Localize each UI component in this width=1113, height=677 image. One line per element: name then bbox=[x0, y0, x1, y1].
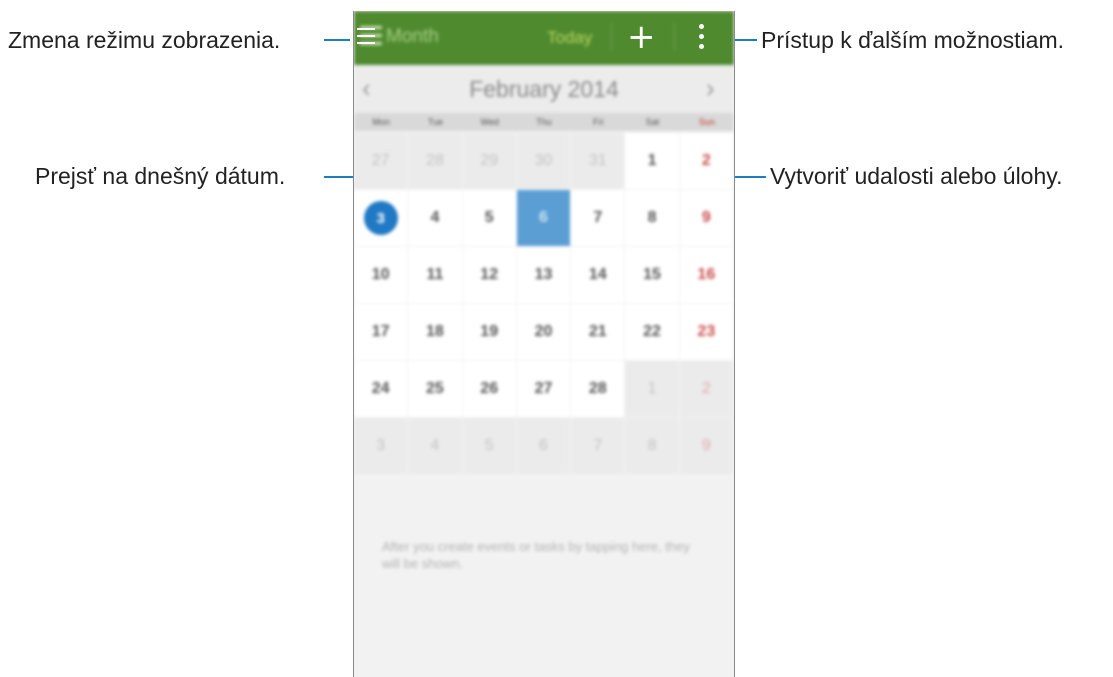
day-cell[interactable]: 7 bbox=[571, 190, 625, 246]
today-button[interactable]: Today bbox=[547, 28, 592, 48]
day-cell[interactable]: 27 bbox=[516, 361, 571, 417]
day-cell[interactable]: 11 bbox=[408, 247, 462, 303]
weekday-label: Tue bbox=[427, 117, 444, 127]
day-cell[interactable]: 25 bbox=[408, 361, 462, 417]
day-cell[interactable]: 28 bbox=[571, 361, 625, 417]
month-grid: 27 28 29 30 31 1 2 3 4 5 6 7 8 9 10 11 12 13 14 15 16 17 18 19 2… bbox=[354, 133, 734, 475]
day-cell[interactable]: 20 bbox=[516, 304, 571, 360]
today-indicator: 3 bbox=[363, 201, 398, 235]
day-cell[interactable]: 30 bbox=[516, 133, 571, 189]
day-cell[interactable]: 28 bbox=[408, 133, 462, 189]
day-cell[interactable]: 8 bbox=[625, 190, 679, 246]
weekday-header: Mon Tue Wed Thu Fri Sat Sun bbox=[354, 113, 734, 131]
week-row: 17 18 19 20 21 22 23 bbox=[354, 304, 734, 361]
leader-view-mode bbox=[324, 39, 350, 41]
add-event-button[interactable]: + bbox=[627, 20, 656, 54]
day-cell[interactable]: 9 bbox=[679, 190, 733, 246]
day-cell[interactable]: 5 bbox=[462, 190, 516, 246]
weekday-label: Sat bbox=[645, 117, 660, 127]
action-bar: Month Today bbox=[354, 11, 734, 65]
hamburger-menu-icon-sharp[interactable] bbox=[357, 28, 375, 46]
weekday-label: Mon bbox=[372, 117, 390, 127]
month-label: February 2014 bbox=[469, 76, 619, 102]
day-cell[interactable]: 22 bbox=[625, 304, 679, 360]
callout-view-mode: Zmena režimu zobrazenia. bbox=[8, 27, 281, 53]
day-cell[interactable]: 4 bbox=[408, 190, 462, 246]
callout-more-options: Prístup k ďalším možnostiam. bbox=[761, 27, 1064, 53]
day-cell[interactable]: 14 bbox=[571, 247, 625, 303]
day-cell[interactable]: 13 bbox=[516, 247, 571, 303]
day-cell[interactable]: 6 bbox=[516, 190, 571, 246]
day-cell[interactable]: 6 bbox=[516, 418, 571, 474]
day-cell[interactable]: 18 bbox=[408, 304, 462, 360]
weekday-label: Fri bbox=[593, 117, 604, 127]
day-cell[interactable]: 1 bbox=[625, 133, 679, 189]
next-month-icon[interactable]: › bbox=[706, 73, 715, 104]
phone-screen: Month Today ‹ February 2014 › Mon Tue Wed T… bbox=[353, 11, 735, 677]
day-cell[interactable]: 3 bbox=[354, 190, 408, 246]
callout-create-event: Vytvoriť udalosti alebo úlohy. bbox=[770, 163, 1063, 189]
day-cell[interactable]: 21 bbox=[571, 304, 625, 360]
day-cell[interactable]: 2 bbox=[679, 361, 733, 417]
day-cell[interactable]: 9 bbox=[679, 418, 733, 474]
day-cell[interactable]: 31 bbox=[571, 133, 625, 189]
week-row: 3456789 bbox=[354, 418, 734, 475]
day-cell[interactable]: 29 bbox=[462, 133, 516, 189]
day-cell[interactable]: 19 bbox=[462, 304, 516, 360]
calendar-view: Month Today ‹ February 2014 › Mon Tue Wed T… bbox=[354, 11, 734, 677]
day-cell[interactable]: 8 bbox=[625, 418, 679, 474]
day-cell[interactable]: 26 bbox=[462, 361, 516, 417]
week-row: 24 25 26 27 28 1 2 bbox=[354, 361, 734, 418]
day-cell[interactable]: 16 bbox=[679, 247, 733, 303]
weekday-label: Thu bbox=[536, 117, 552, 127]
day-cell[interactable]: 12 bbox=[462, 247, 516, 303]
day-cell[interactable]: 3 bbox=[354, 418, 408, 474]
empty-events-message[interactable]: After you create events or tasks by tapp… bbox=[382, 538, 702, 572]
day-cell[interactable]: 15 bbox=[625, 247, 679, 303]
more-options-icon[interactable] bbox=[693, 22, 711, 52]
day-cell[interactable]: 5 bbox=[462, 418, 516, 474]
month-bar: ‹ February 2014 › bbox=[354, 65, 734, 113]
weekday-label: Sun bbox=[698, 117, 715, 127]
week-row: 27 28 29 30 31 1 2 bbox=[354, 133, 734, 190]
day-cell[interactable]: 1 bbox=[625, 361, 679, 417]
day-cell[interactable]: 23 bbox=[679, 304, 733, 360]
week-row: 3456789 bbox=[354, 190, 734, 247]
day-cell[interactable]: 4 bbox=[408, 418, 462, 474]
week-row: 10 11 12 13 14 15 16 bbox=[354, 247, 734, 304]
day-cell[interactable]: 2 bbox=[679, 133, 733, 189]
weekday-label: Wed bbox=[480, 117, 499, 127]
callout-go-today: Prejsť na dnešný dátum. bbox=[35, 163, 286, 189]
day-cell[interactable]: 17 bbox=[354, 304, 408, 360]
day-cell[interactable]: 7 bbox=[571, 418, 625, 474]
separator bbox=[611, 23, 612, 51]
day-cell[interactable]: 27 bbox=[354, 133, 408, 189]
separator bbox=[674, 23, 675, 51]
view-mode-title[interactable]: Month bbox=[386, 26, 439, 48]
day-cell[interactable]: 10 bbox=[354, 247, 408, 303]
day-cell[interactable]: 24 bbox=[354, 361, 408, 417]
